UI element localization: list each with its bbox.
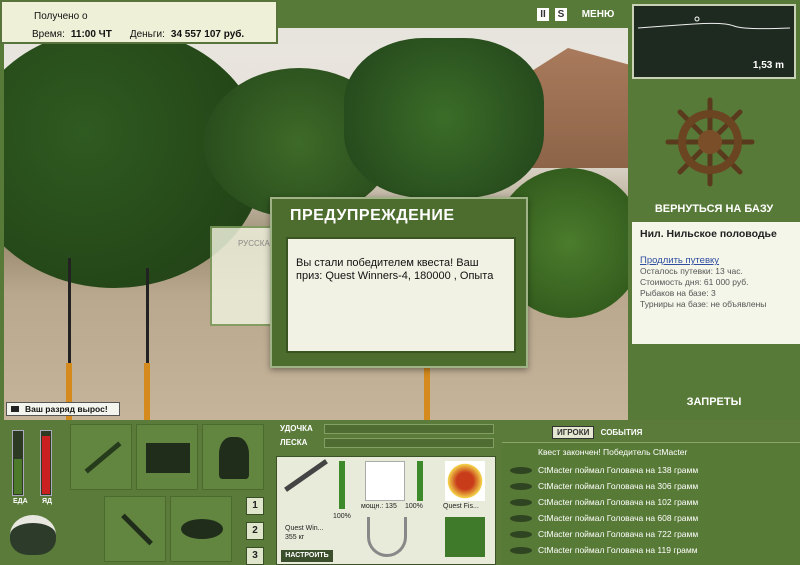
food-fill — [14, 458, 22, 494]
fish-icon — [510, 483, 532, 490]
cutlery-icon — [121, 513, 153, 546]
event-item: Квест закончен! Победитель CtMacter — [538, 447, 688, 457]
events-panel: ИГРОКИ СОБЫТИЯ Квест закончен! Победител… — [502, 420, 800, 565]
depth-value: 1,53 m — [752, 60, 784, 71]
rank-notice[interactable]: Ваш разряд вырос! — [6, 402, 120, 416]
fish-icon — [510, 547, 532, 554]
rod-durability-bar — [339, 461, 345, 509]
fish-icon — [510, 531, 532, 538]
time-value: 11:00 ЧТ — [70, 29, 112, 40]
tackle-panel: Quest Win... 355 кг 100% НАСТРОИТЬ мощн.… — [276, 456, 496, 565]
event-item: CtMacter поймал Головача на 722 грамм — [538, 529, 699, 539]
hook-slot[interactable] — [367, 517, 407, 557]
status-panel: Получено о Время: 11:00 ЧТ Деньги: 34 55… — [0, 0, 278, 44]
line-spool[interactable] — [445, 461, 485, 501]
page-button-2[interactable]: 2 — [246, 522, 264, 540]
rod-image[interactable] — [284, 459, 328, 492]
events-log: Квест закончен! Победитель CtMacter CtMa… — [502, 442, 800, 565]
return-to-base-button[interactable]: ВЕРНУТЬСЯ НА БАЗУ — [628, 203, 800, 217]
extend-ticket-link[interactable]: Продлить путевку — [640, 255, 719, 266]
fish-icon — [510, 467, 532, 474]
setup-button[interactable]: НАСТРОИТЬ — [281, 550, 333, 562]
fish-icon — [510, 515, 532, 522]
rod-icon — [84, 441, 122, 474]
rod-percent: 100% — [333, 513, 351, 520]
tackle-box-icon — [146, 443, 190, 473]
fish-icon — [510, 499, 532, 506]
rod-slot[interactable] — [70, 424, 132, 490]
background-window: РУССКАЯ — [210, 226, 276, 326]
day-cost: Стоимость дня: 61 000 руб. — [640, 277, 749, 287]
event-item: CtMacter поймал Головача на 119 грамм — [538, 545, 698, 555]
reel-power: мощн.: 135 — [361, 503, 397, 510]
sound-button[interactable]: S — [555, 8, 567, 21]
event-item: CtMacter поймал Головача на 102 грамм — [538, 497, 699, 507]
money-label: Деньги: — [129, 29, 165, 40]
pot-icon[interactable] — [10, 515, 56, 555]
page-button-1[interactable]: 1 — [246, 497, 264, 515]
event-item: CtMacter поймал Головача на 138 грамм — [538, 465, 699, 475]
poison-label: ЯД — [42, 498, 53, 505]
reel-percent: 100% — [405, 503, 423, 510]
tournaments: Турниры на базе: не объявлены — [640, 299, 767, 309]
page-button-3[interactable]: 3 — [246, 547, 264, 565]
received-label: Получено о — [34, 11, 88, 22]
rod-name: Quest Win... — [285, 525, 324, 532]
depth-map: 1,53 m — [632, 4, 796, 79]
line-name: Quest Fis... — [443, 503, 479, 510]
food-slot[interactable] — [104, 496, 166, 562]
tackle-box-slot[interactable] — [136, 424, 198, 490]
location-title: Нил. Нильское половодье — [640, 228, 777, 240]
event-item: CtMacter поймал Головача на 608 грамм — [538, 513, 699, 523]
rod-label: УДОЧКА — [280, 424, 313, 433]
food-meter — [12, 430, 24, 496]
time-label: Время: — [32, 29, 65, 40]
menu-button[interactable]: МЕНЮ — [578, 8, 618, 21]
pause-icon[interactable]: II — [537, 8, 549, 21]
money-value: 34 557 107 руб. — [170, 29, 245, 40]
rod-bar — [324, 424, 494, 434]
dialog-title: ПРЕДУПРЕЖДЕНИЕ — [290, 207, 455, 224]
bans-button[interactable]: ЗАПРЕТЫ — [628, 396, 800, 410]
poison-meter — [40, 430, 52, 496]
rod-weight: 355 кг — [285, 534, 305, 541]
fish-icon — [181, 519, 223, 539]
dialog-message: Вы стали победителем квеста! Ваш приз: Q… — [286, 237, 516, 353]
fisherman-slot[interactable] — [202, 424, 264, 490]
bait-slot[interactable] — [445, 517, 485, 557]
location-info: Нил. Нильское половодье Продлить путевку… — [632, 222, 800, 344]
tab-events[interactable]: СОБЫТИЯ — [597, 427, 647, 438]
reel-slot[interactable] — [365, 461, 405, 501]
fisherman-icon — [219, 437, 249, 479]
reel-durability-bar — [417, 461, 423, 501]
game-screen: Получено о Время: 11:00 ЧТ Деньги: 34 55… — [0, 0, 800, 565]
camera-icon — [11, 406, 19, 412]
line-label: ЛЕСКА — [280, 438, 308, 447]
food-label: ЕДА — [13, 498, 28, 505]
warning-dialog[interactable]: ПРЕДУПРЕЖДЕНИЕ Вы стали победителем квес… — [270, 197, 528, 368]
event-item: CtMacter поймал Головача на 306 грамм — [538, 481, 699, 491]
rank-notice-text: Ваш разряд вырос! — [25, 404, 108, 414]
fish-slot[interactable] — [170, 496, 232, 562]
tab-players[interactable]: ИГРОКИ — [552, 426, 595, 439]
ship-wheel-icon — [665, 97, 755, 187]
right-panel: ВЕРНУТЬСЯ НА БАЗУ Нил. Нильское половодь… — [628, 88, 800, 420]
line-bar — [324, 438, 494, 448]
ticket-left: Осталось путевки: 13 час. — [640, 266, 743, 276]
poison-fill — [42, 436, 50, 494]
fishers-count: Рыбаков на базе: 3 — [640, 288, 716, 298]
